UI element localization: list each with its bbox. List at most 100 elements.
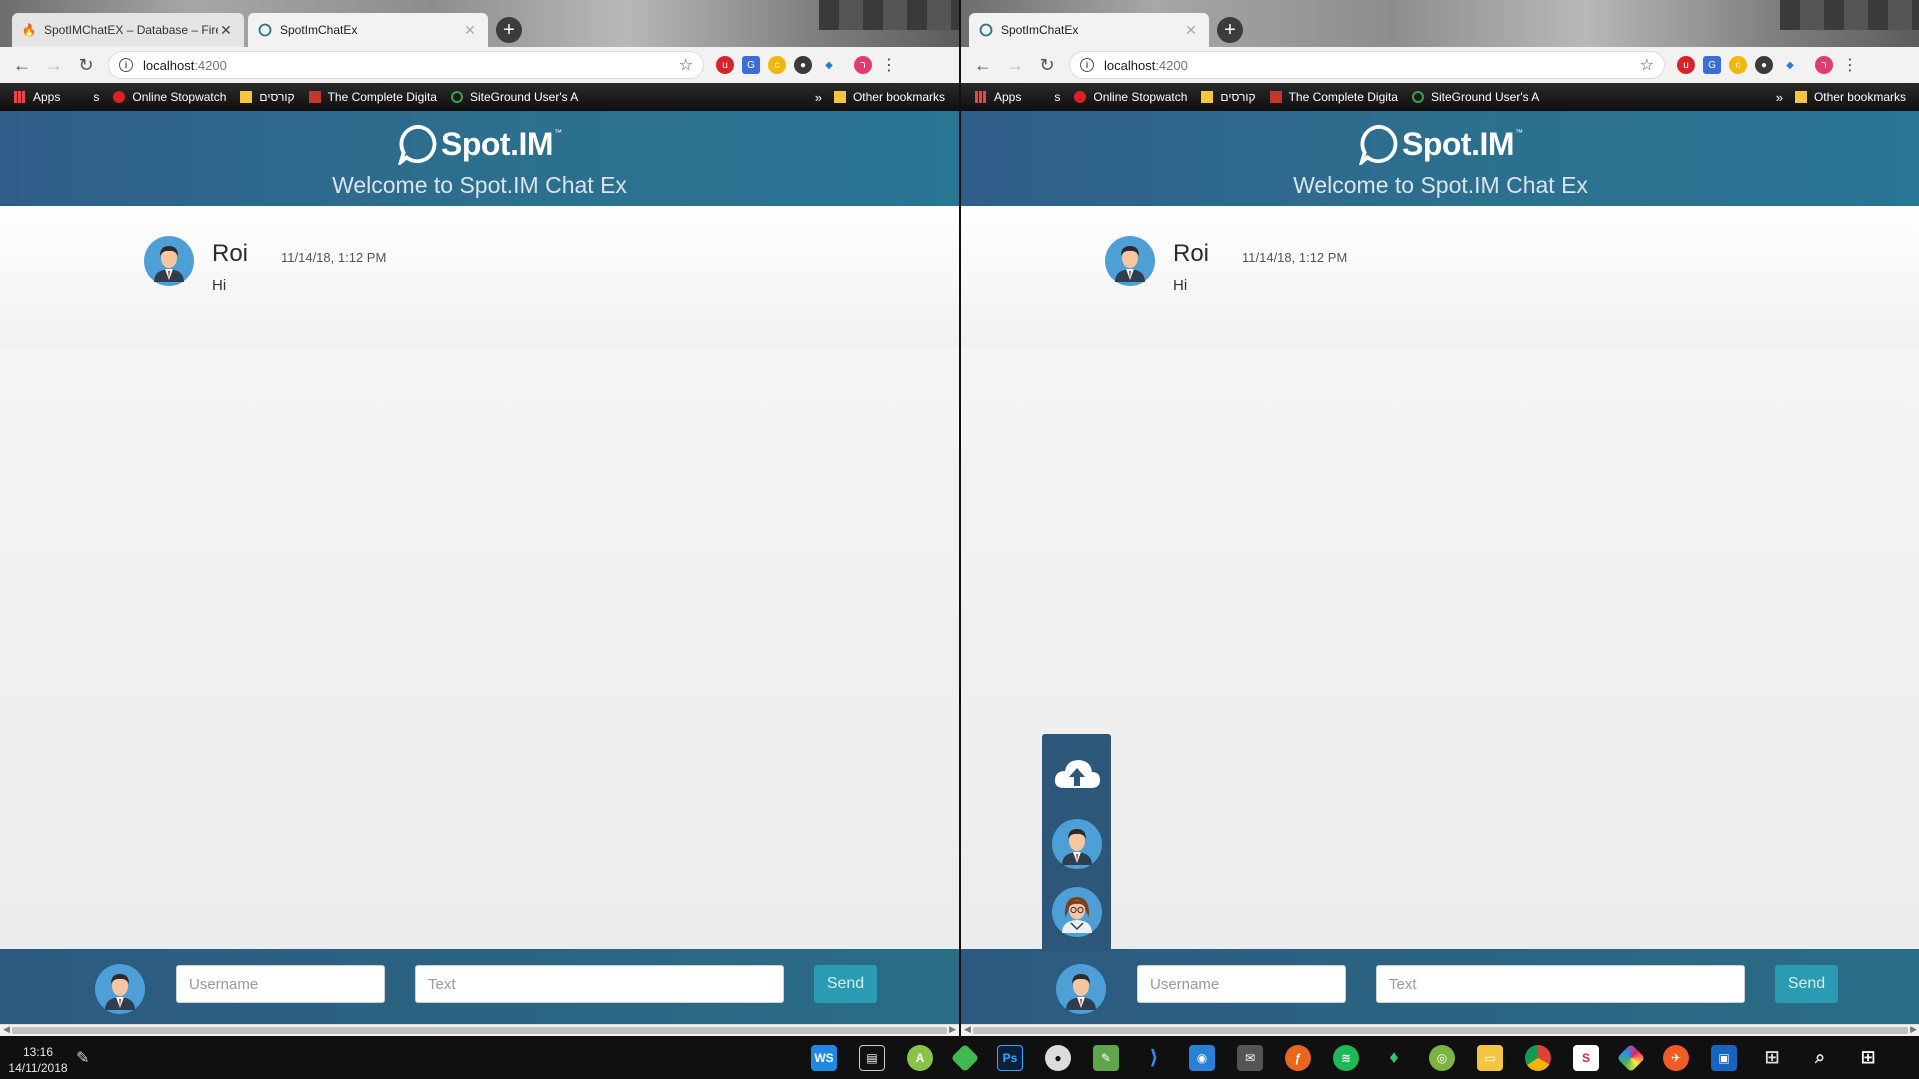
horizontal-scrollbar[interactable]: ◀ ▶ (0, 1024, 959, 1036)
vscode-icon[interactable]: ⟩ (1141, 1045, 1167, 1071)
bookmark-star-icon[interactable]: ☆ (679, 55, 693, 75)
reload-icon[interactable]: ↻ (1031, 49, 1063, 81)
windows-icon[interactable]: ⊞ (1855, 1045, 1881, 1071)
message-input[interactable]: Text (415, 965, 784, 1003)
folder-icon (240, 91, 253, 103)
webstorm-icon[interactable]: WS (811, 1044, 837, 1071)
other-bookmarks[interactable]: Other bookmarks (1794, 90, 1906, 104)
avatar-picker-button[interactable] (1056, 964, 1106, 1014)
ublock-icon[interactable]: u (1677, 56, 1695, 74)
translate-icon[interactable]: G (742, 56, 760, 74)
bookmark-apps[interactable]: Apps (975, 90, 1021, 104)
scroll-left-icon[interactable]: ◀ (3, 1024, 10, 1035)
female-avatar-option[interactable] (1052, 887, 1102, 937)
scroll-left-icon[interactable]: ◀ (964, 1024, 971, 1035)
folder-icon (833, 91, 846, 103)
notepad-icon[interactable]: ✎ (1093, 1044, 1119, 1071)
spotify-icon[interactable]: ≋ (1333, 1044, 1359, 1071)
mail-icon[interactable]: ✉ (1237, 1044, 1263, 1071)
extension-icon[interactable]: c (1729, 56, 1747, 74)
apps-icon (14, 91, 26, 103)
extension-icon[interactable]: ◆ (1781, 56, 1799, 74)
extension-icon[interactable]: ● (1755, 56, 1773, 74)
scroll-right-icon[interactable]: ▶ (1910, 1024, 1917, 1035)
scroll-right-icon[interactable]: ▶ (949, 1024, 956, 1035)
bookmark-s[interactable]: s (1035, 90, 1060, 104)
tab-spotim[interactable]: SpotImChatEx ✕ (248, 13, 488, 47)
more-bookmarks-button[interactable]: » (815, 90, 822, 105)
back-icon[interactable]: ← (6, 49, 38, 81)
bookmark-folder[interactable]: קורסים (240, 90, 295, 104)
bookmark-siteground[interactable]: SiteGround User's A (1411, 90, 1539, 104)
menu-icon[interactable]: ⋮ (1841, 55, 1859, 75)
bookmark-complete-digital[interactable]: The Complete Digita (1269, 90, 1398, 104)
more-bookmarks-button[interactable]: » (1776, 90, 1783, 105)
menu-icon[interactable]: ⋮ (880, 55, 898, 75)
forward-icon[interactable]: → (999, 49, 1031, 81)
search-icon[interactable]: ⌕ (1807, 1045, 1833, 1071)
bookmark-complete-digital[interactable]: The Complete Digita (308, 90, 437, 104)
cloud-upload-icon[interactable] (1052, 754, 1102, 794)
photoshop-icon[interactable]: Ps (997, 1044, 1023, 1071)
file-explorer-icon[interactable]: ▭ (1477, 1044, 1503, 1071)
close-icon[interactable]: ✕ (462, 22, 478, 39)
username-input[interactable]: Username (176, 965, 385, 1003)
info-icon[interactable]: i (119, 58, 133, 72)
task-view-icon[interactable]: ▤ (859, 1044, 885, 1071)
horizontal-scrollbar[interactable]: ◀ ▶ (961, 1024, 1919, 1036)
taskview-icon[interactable]: ⊞ (1759, 1045, 1785, 1071)
username-input[interactable]: Username (1137, 965, 1346, 1003)
git-icon[interactable] (950, 1043, 980, 1072)
send-button[interactable]: Send (1775, 965, 1838, 1003)
extension-icon[interactable]: ● (794, 56, 812, 74)
android-icon[interactable]: ◎ (1429, 1044, 1455, 1071)
new-tab-button[interactable]: + (496, 17, 522, 43)
bookmark-star-icon[interactable]: ☆ (1640, 55, 1654, 75)
bookmark-folder[interactable]: קורסים (1201, 90, 1256, 104)
postman-icon[interactable]: ✈ (1663, 1044, 1689, 1071)
reload-icon[interactable]: ↻ (70, 49, 102, 81)
android-studio-icon[interactable]: A (907, 1044, 933, 1071)
scrollbar-thumb[interactable] (12, 1027, 947, 1034)
bookmark-stopwatch[interactable]: Online Stopwatch (113, 90, 226, 104)
bookmark-siteground[interactable]: SiteGround User's A (450, 90, 578, 104)
stopwatch-icon (113, 91, 126, 103)
chrome-icon[interactable] (1525, 1044, 1551, 1071)
other-bookmarks[interactable]: Other bookmarks (833, 90, 945, 104)
send-button[interactable]: Send (814, 965, 877, 1003)
message-input[interactable]: Text (1376, 965, 1745, 1003)
system-clock[interactable]: 13:16 14/11/2018 (8, 1044, 68, 1076)
extension-icon[interactable]: ◆ (820, 56, 838, 74)
tab-spotim[interactable]: SpotImChatEx ✕ (969, 13, 1209, 47)
bookmark-label: Apps (994, 90, 1022, 104)
close-icon[interactable]: ✕ (1183, 22, 1199, 39)
avatar-picker-button[interactable] (95, 964, 145, 1014)
extension-icon[interactable]: c (768, 56, 786, 74)
forward-icon[interactable]: → (38, 49, 70, 81)
github-icon[interactable]: ● (1045, 1044, 1071, 1071)
bookmark-s[interactable]: s (74, 90, 99, 104)
slack-icon[interactable]: S (1573, 1044, 1599, 1071)
male-avatar-option[interactable] (1052, 819, 1102, 869)
message-username: Roi (1173, 240, 1210, 267)
bookmark-apps[interactable]: Apps (14, 90, 60, 104)
new-tab-button[interactable]: + (1217, 17, 1243, 43)
close-icon[interactable]: ✕ (218, 22, 234, 39)
bookmark-stopwatch[interactable]: Online Stopwatch (1074, 90, 1187, 104)
info-icon[interactable]: i (1080, 58, 1094, 72)
profile-icon[interactable]: ר (1815, 56, 1833, 74)
ide-icon[interactable] (1616, 1043, 1646, 1072)
back-icon[interactable]: ← (967, 49, 999, 81)
address-bar[interactable]: i localhost:4200 ☆ (1069, 51, 1665, 79)
app-icon[interactable]: ▣ (1711, 1044, 1737, 1071)
sourcetree-icon[interactable]: ♦ (1381, 1045, 1407, 1071)
pen-icon[interactable]: ✎ (76, 1048, 89, 1068)
ublock-icon[interactable]: u (716, 56, 734, 74)
tab-firebase[interactable]: 🔥 SpotIMChatEX – Database – Fireb ✕ (12, 13, 244, 47)
scrollbar-thumb[interactable] (973, 1027, 1908, 1034)
firefox-icon[interactable]: ƒ (1285, 1044, 1311, 1071)
tool-icon[interactable]: ◉ (1189, 1044, 1215, 1071)
address-bar[interactable]: i localhost:4200 ☆ (108, 51, 704, 79)
translate-icon[interactable]: G (1703, 56, 1721, 74)
profile-icon[interactable]: ר (854, 56, 872, 74)
